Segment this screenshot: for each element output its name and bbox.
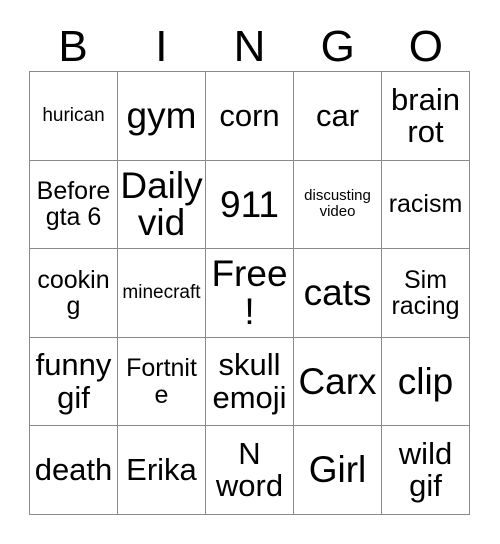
bingo-cell-label: Sim racing [391, 265, 460, 320]
bingo-cell-label: Daily vid [120, 164, 203, 244]
bingo-cell[interactable]: death [30, 426, 118, 515]
bingo-cell[interactable]: clip [382, 337, 470, 427]
bingo-cell-label: cooking [37, 265, 110, 320]
bingo-cell-label: Girl [308, 449, 367, 491]
bingo-cell-label: N word [215, 435, 284, 504]
bingo-cell-label: Before gta 6 [36, 177, 111, 232]
bingo-cell[interactable]: Carx [294, 337, 382, 427]
bingo-cell-label: funny gif [35, 347, 112, 415]
bingo-cell-label: Free! [211, 253, 288, 332]
bingo-cell-label: discusting video [304, 186, 371, 221]
bingo-cell-label: gym [126, 94, 197, 136]
bingo-cell-free[interactable]: Free! [206, 249, 294, 338]
bingo-cell[interactable]: Fortnite [118, 337, 206, 427]
bingo-header-letter-n: N [233, 22, 266, 71]
bingo-cell[interactable]: brain rot [382, 72, 470, 161]
bingo-cell[interactable]: Erika [118, 426, 206, 515]
bingo-grid: hurican gym corn car brain rot Before gt… [29, 71, 470, 515]
bingo-cell[interactable]: car [294, 72, 382, 161]
bingo-cell[interactable]: funny gif [30, 337, 118, 427]
bingo-cell-label: cats [303, 272, 372, 314]
bingo-cell[interactable]: cats [294, 249, 382, 338]
bingo-cell-label: clip [397, 360, 454, 402]
bingo-cell-label: hurican [42, 104, 105, 126]
bingo-cell-label: death [34, 452, 113, 488]
bingo-cell-label: brain rot [391, 81, 460, 149]
bingo-cell-label: skull emoji [212, 347, 287, 415]
bingo-card: B I N G O hurican gym corn car brain rot… [0, 0, 500, 544]
bingo-cell-label: racism [388, 190, 463, 219]
bingo-header-letter-i: I [155, 22, 168, 71]
bingo-cell-label: Fortnite [126, 354, 197, 409]
bingo-cell-label: car [315, 97, 360, 133]
bingo-cell[interactable]: Daily vid [118, 160, 206, 250]
bingo-cell[interactable]: gym [118, 72, 206, 161]
bingo-cell-label: wild gif [398, 435, 453, 504]
bingo-cell-label: Carx [298, 360, 377, 402]
bingo-cell[interactable]: cooking [30, 249, 118, 338]
bingo-cell-label: Erika [126, 452, 197, 488]
bingo-cell[interactable]: hurican [30, 72, 118, 161]
bingo-cell[interactable]: corn [206, 72, 294, 161]
bingo-cell[interactable]: N word [206, 426, 294, 515]
bingo-cell[interactable]: Girl [294, 426, 382, 515]
bingo-header-letter-g: G [320, 22, 355, 71]
bingo-header-row: B I N G O [29, 22, 470, 71]
bingo-cell[interactable]: discusting video [294, 160, 382, 250]
bingo-cell[interactable]: minecraft [118, 249, 206, 338]
bingo-cell[interactable]: skull emoji [206, 337, 294, 427]
bingo-header-letter-o: O [408, 22, 444, 71]
bingo-header-letter-b: B [58, 22, 88, 71]
bingo-cell[interactable]: Before gta 6 [30, 160, 118, 250]
bingo-cell[interactable]: 911 [206, 160, 294, 250]
bingo-cell-label: 911 [220, 183, 279, 225]
bingo-cell-label: corn [219, 97, 280, 133]
bingo-cell-label: minecraft [122, 281, 201, 303]
bingo-cell[interactable]: Sim racing [382, 249, 470, 338]
bingo-cell[interactable]: racism [382, 160, 470, 250]
bingo-cell[interactable]: wild gif [382, 426, 470, 515]
